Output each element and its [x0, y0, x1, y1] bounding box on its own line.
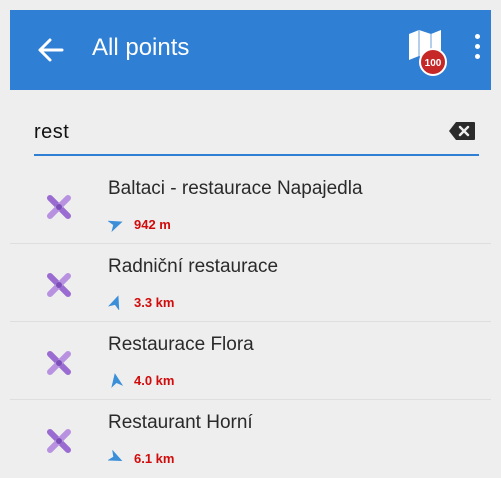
map-badge-icon: 100 [409, 30, 447, 76]
list-item[interactable]: Baltaci - restaurace Napajedla 942 m [10, 166, 491, 244]
distance: 4.0 km [108, 370, 174, 390]
distance-value: 3.3 km [134, 294, 175, 310]
map-button[interactable]: 100 [403, 26, 453, 78]
back-button[interactable] [36, 36, 66, 64]
item-name: Restaurace Flora [108, 334, 254, 355]
list-item[interactable]: Restaurace Flora 4.0 km [10, 322, 491, 400]
item-name: Restaurant Horní [108, 412, 253, 433]
results-list: Baltaci - restaurace Napajedla 942 m Rad… [10, 166, 491, 478]
map-badge-text: 100 [425, 58, 442, 69]
direction-arrow-icon [111, 373, 124, 388]
search-bar [34, 112, 479, 158]
item-name: Baltaci - restaurace Napajedla [108, 178, 363, 199]
direction-arrow-icon [108, 450, 123, 461]
poi-tools-icon [47, 351, 71, 375]
direction-arrow-icon [108, 295, 120, 310]
distance: 3.3 km [108, 292, 174, 312]
arrow-left-icon [38, 38, 64, 62]
item-name: Radniční restaurace [108, 256, 279, 277]
list-item[interactable]: Radniční restaurace 3.3 km [10, 244, 491, 322]
search-input[interactable] [34, 116, 434, 148]
poi-tools-icon [47, 273, 71, 297]
distance-value: 4.0 km [134, 372, 175, 388]
clear-search-button[interactable] [448, 121, 476, 141]
distance-value: 942 m [134, 216, 171, 232]
distance: 942 m [108, 214, 171, 234]
distance: 6.1 km [108, 448, 174, 468]
more-vertical-icon [468, 34, 486, 59]
more-options-button[interactable] [468, 34, 486, 68]
list-item[interactable]: Restaurant Horní 6.1 km [10, 400, 491, 478]
poi-tools-icon [47, 195, 71, 219]
direction-arrow-icon [108, 220, 123, 232]
distance-value: 6.1 km [134, 450, 175, 466]
app-bar: All points 100 [10, 10, 491, 90]
poi-tools-icon [47, 429, 71, 453]
search-underline [34, 154, 479, 156]
backspace-icon [449, 122, 475, 140]
page-title: All points [92, 34, 190, 61]
